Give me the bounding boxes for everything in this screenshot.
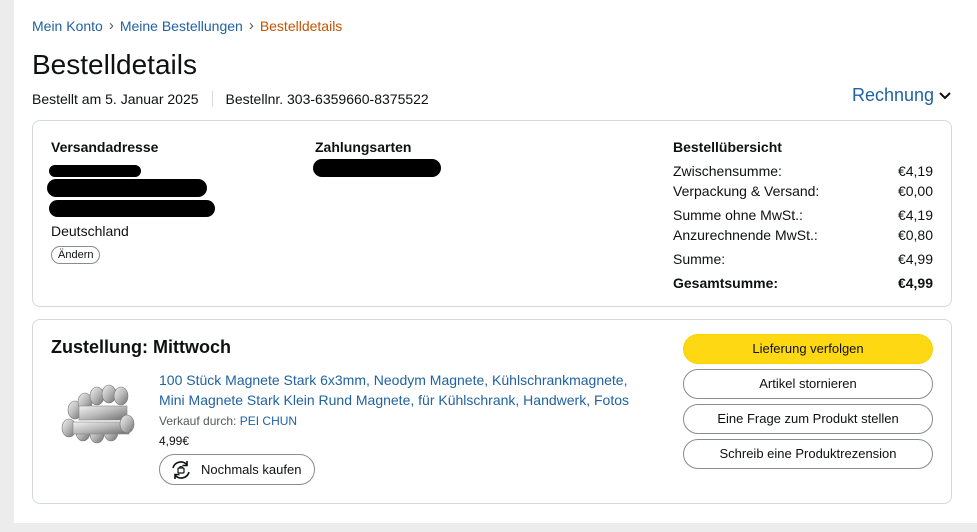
meta-divider — [211, 91, 213, 107]
change-address-button[interactable]: Ändern — [51, 246, 101, 264]
order-number: Bestellnr. 303-6359660-8375522 — [225, 91, 429, 107]
order-info-card: Versandadresse Deutschland Ändern Zahlun… — [32, 120, 952, 307]
summary-label: Anzurechnende MwSt.: — [673, 227, 818, 243]
breadcrumb-my-orders[interactable]: Meine Bestellungen — [120, 18, 243, 34]
payment-methods-heading: Zahlungsarten — [315, 139, 412, 155]
seller-prefix: Verkauf durch: — [159, 414, 237, 428]
delivery-status: Zustellung: Mittwoch — [51, 337, 231, 357]
buy-again-label: Nochmals kaufen — [201, 462, 302, 477]
redacted-address-line — [47, 179, 207, 197]
write-review-button[interactable]: Schreib eine Produktrezension — [683, 439, 933, 469]
shipping-address-heading: Versandadresse — [51, 139, 159, 155]
invoice-dropdown[interactable]: Rechnung — [852, 85, 951, 106]
summary-value: €0,00 — [897, 183, 933, 199]
order-summary-heading: Bestellübersicht — [673, 139, 782, 155]
product-price: 4,99€ — [159, 434, 190, 448]
breadcrumb-my-account[interactable]: Mein Konto — [32, 18, 103, 34]
summary-label: Verpackung & Versand: — [673, 183, 820, 199]
summary-label: Zwischensumme: — [673, 163, 782, 179]
breadcrumb-separator: › — [248, 17, 254, 34]
chevron-down-icon — [939, 91, 951, 99]
track-package-button[interactable]: Lieferung verfolgen — [683, 334, 933, 364]
page-title: Bestelldetails — [32, 49, 197, 80]
product-title-link[interactable]: 100 Stück Magnete Stark 6x3mm, Neodym Ma… — [159, 370, 649, 410]
order-date: Bestellt am 5. Januar 2025 — [32, 91, 199, 107]
summary-value: €0,80 — [897, 227, 933, 243]
summary-label: Summe ohne MwSt.: — [673, 207, 803, 223]
ask-product-question-button[interactable]: Eine Frage zum Produkt stellen — [683, 404, 933, 434]
summary-label: Summe: — [673, 251, 726, 267]
grand-total-label: Gesamtsumme: — [673, 275, 779, 291]
redacted-address-line — [49, 165, 141, 177]
shipping-country: Deutschland — [51, 223, 129, 239]
redacted-payment-method — [313, 159, 441, 177]
breadcrumb: Mein Konto › Meine Bestellungen › Bestel… — [32, 17, 342, 34]
summary-value: €4,99 — [897, 251, 933, 267]
breadcrumb-separator: › — [108, 17, 114, 34]
seller-info: Verkauf durch: PEI CHUN — [159, 414, 297, 428]
summary-value: €4,19 — [897, 207, 933, 223]
order-meta: Bestellt am 5. Januar 2025 Bestellnr. 30… — [32, 91, 429, 107]
buy-again-button[interactable]: Nochmals kaufen — [159, 454, 315, 485]
invoice-label: Rechnung — [852, 85, 935, 105]
grand-total-value: €4,99 — [897, 275, 933, 291]
redacted-address-line — [49, 200, 215, 217]
summary-value: €4,19 — [897, 163, 933, 179]
product-image[interactable] — [53, 382, 139, 450]
shipment-card: Zustellung: Mittwoch 100 Stück Magnete S… — [32, 319, 952, 504]
cancel-item-button[interactable]: Artikel stornieren — [683, 369, 933, 399]
breadcrumb-current: Bestelldetails — [259, 17, 343, 34]
product-title-line: Mini Magnete Stark Klein Rund Magnete, f… — [159, 392, 630, 408]
product-title-line: 100 Stück Magnete Stark 6x3mm, Neodym Ma… — [159, 372, 628, 388]
order-details-page: Mein Konto › Meine Bestellungen › Bestel… — [14, 0, 977, 523]
reorder-icon — [172, 460, 190, 479]
seller-link[interactable]: PEI CHUN — [240, 414, 297, 428]
